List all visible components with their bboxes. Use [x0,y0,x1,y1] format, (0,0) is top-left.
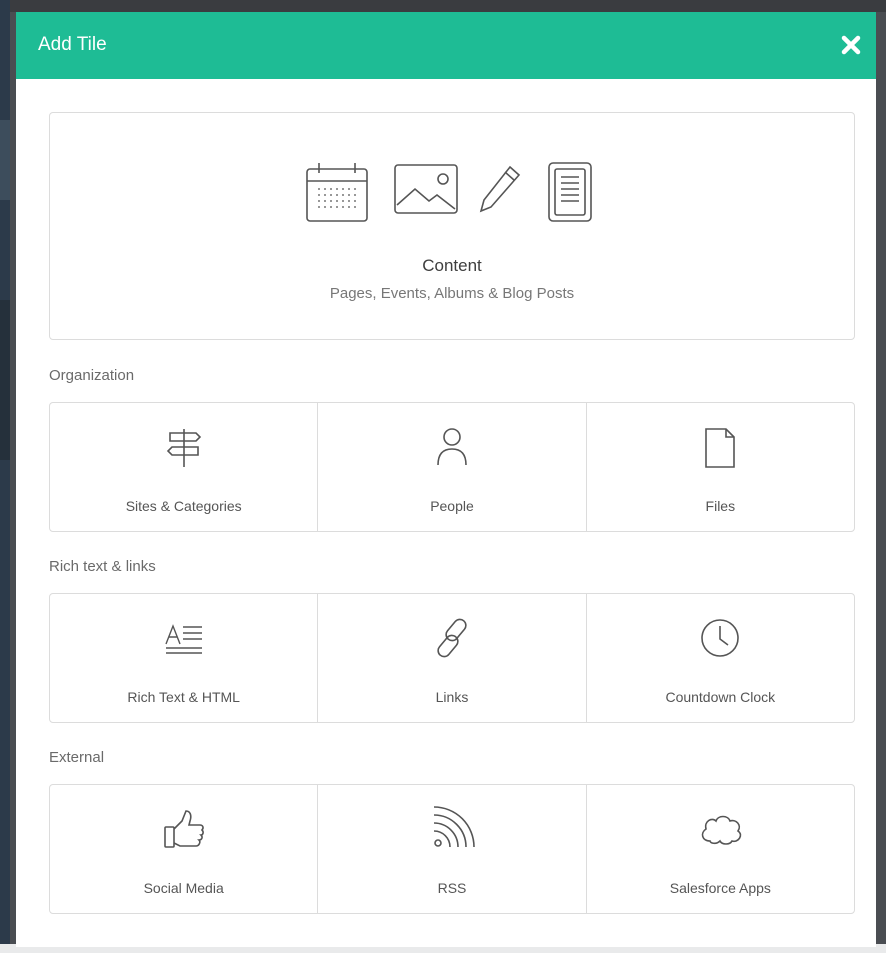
tile-label: Countdown Clock [665,689,776,705]
person-icon [437,428,467,466]
tile-countdown-clock[interactable]: Countdown Clock [585,594,854,722]
tile-rich-text-html[interactable]: Rich Text & HTML [50,594,317,722]
tile-label: Sites & Categories [125,498,242,514]
modal-title: Add Tile [38,34,107,55]
close-button[interactable] [836,30,866,60]
section-label-rich-text: Rich text & links [49,558,156,575]
section-label-external: External [49,749,105,766]
close-icon [841,35,861,55]
external-grid: Social Media RSS Salesforce Apps [49,784,855,914]
backdrop-top [0,0,886,12]
organization-grid: Sites & Categories People Files [49,402,855,532]
tile-label: Social Media [143,880,224,896]
cloud-icon [702,815,742,845]
rich-text-icon [165,624,202,654]
link-icon [437,618,467,658]
tile-label: Files [705,498,736,514]
content-icons [306,162,592,222]
tile-label: Rich Text & HTML [127,689,240,705]
tile-rss[interactable]: RSS [317,785,585,913]
thumbs-up-icon [163,810,204,848]
tile-salesforce-apps[interactable]: Salesforce Apps [585,785,854,913]
file-icon [705,428,736,468]
clock-icon [701,619,740,657]
tile-label: RSS [437,880,467,896]
add-tile-modal: Add Tile Content Pages, Events, Albums &… [16,12,876,947]
rss-icon [433,806,475,848]
tile-links[interactable]: Links [317,594,585,722]
rich-text-grid: Rich Text & HTML Links Countdown Clock [49,593,855,723]
tile-label: Salesforce Apps [669,880,771,896]
content-tile[interactable]: Content Pages, Events, Albums & Blog Pos… [49,112,855,340]
backdrop-left [0,0,10,953]
tile-people[interactable]: People [317,403,585,531]
tile-label: People [430,498,474,514]
signpost-icon [166,429,201,467]
modal-header: Add Tile [16,12,876,79]
document-icon [548,162,592,222]
section-label-organization: Organization [49,367,135,384]
image-icon [394,164,458,214]
pencil-icon [479,165,521,213]
tile-social-media[interactable]: Social Media [50,785,317,913]
tile-sites-categories[interactable]: Sites & Categories [50,403,317,531]
calendar-icon [306,163,368,222]
content-tile-title: Content [422,256,482,275]
tile-label: Links [435,689,469,705]
content-tile-subtitle: Pages, Events, Albums & Blog Posts [329,285,575,302]
tile-files[interactable]: Files [585,403,854,531]
